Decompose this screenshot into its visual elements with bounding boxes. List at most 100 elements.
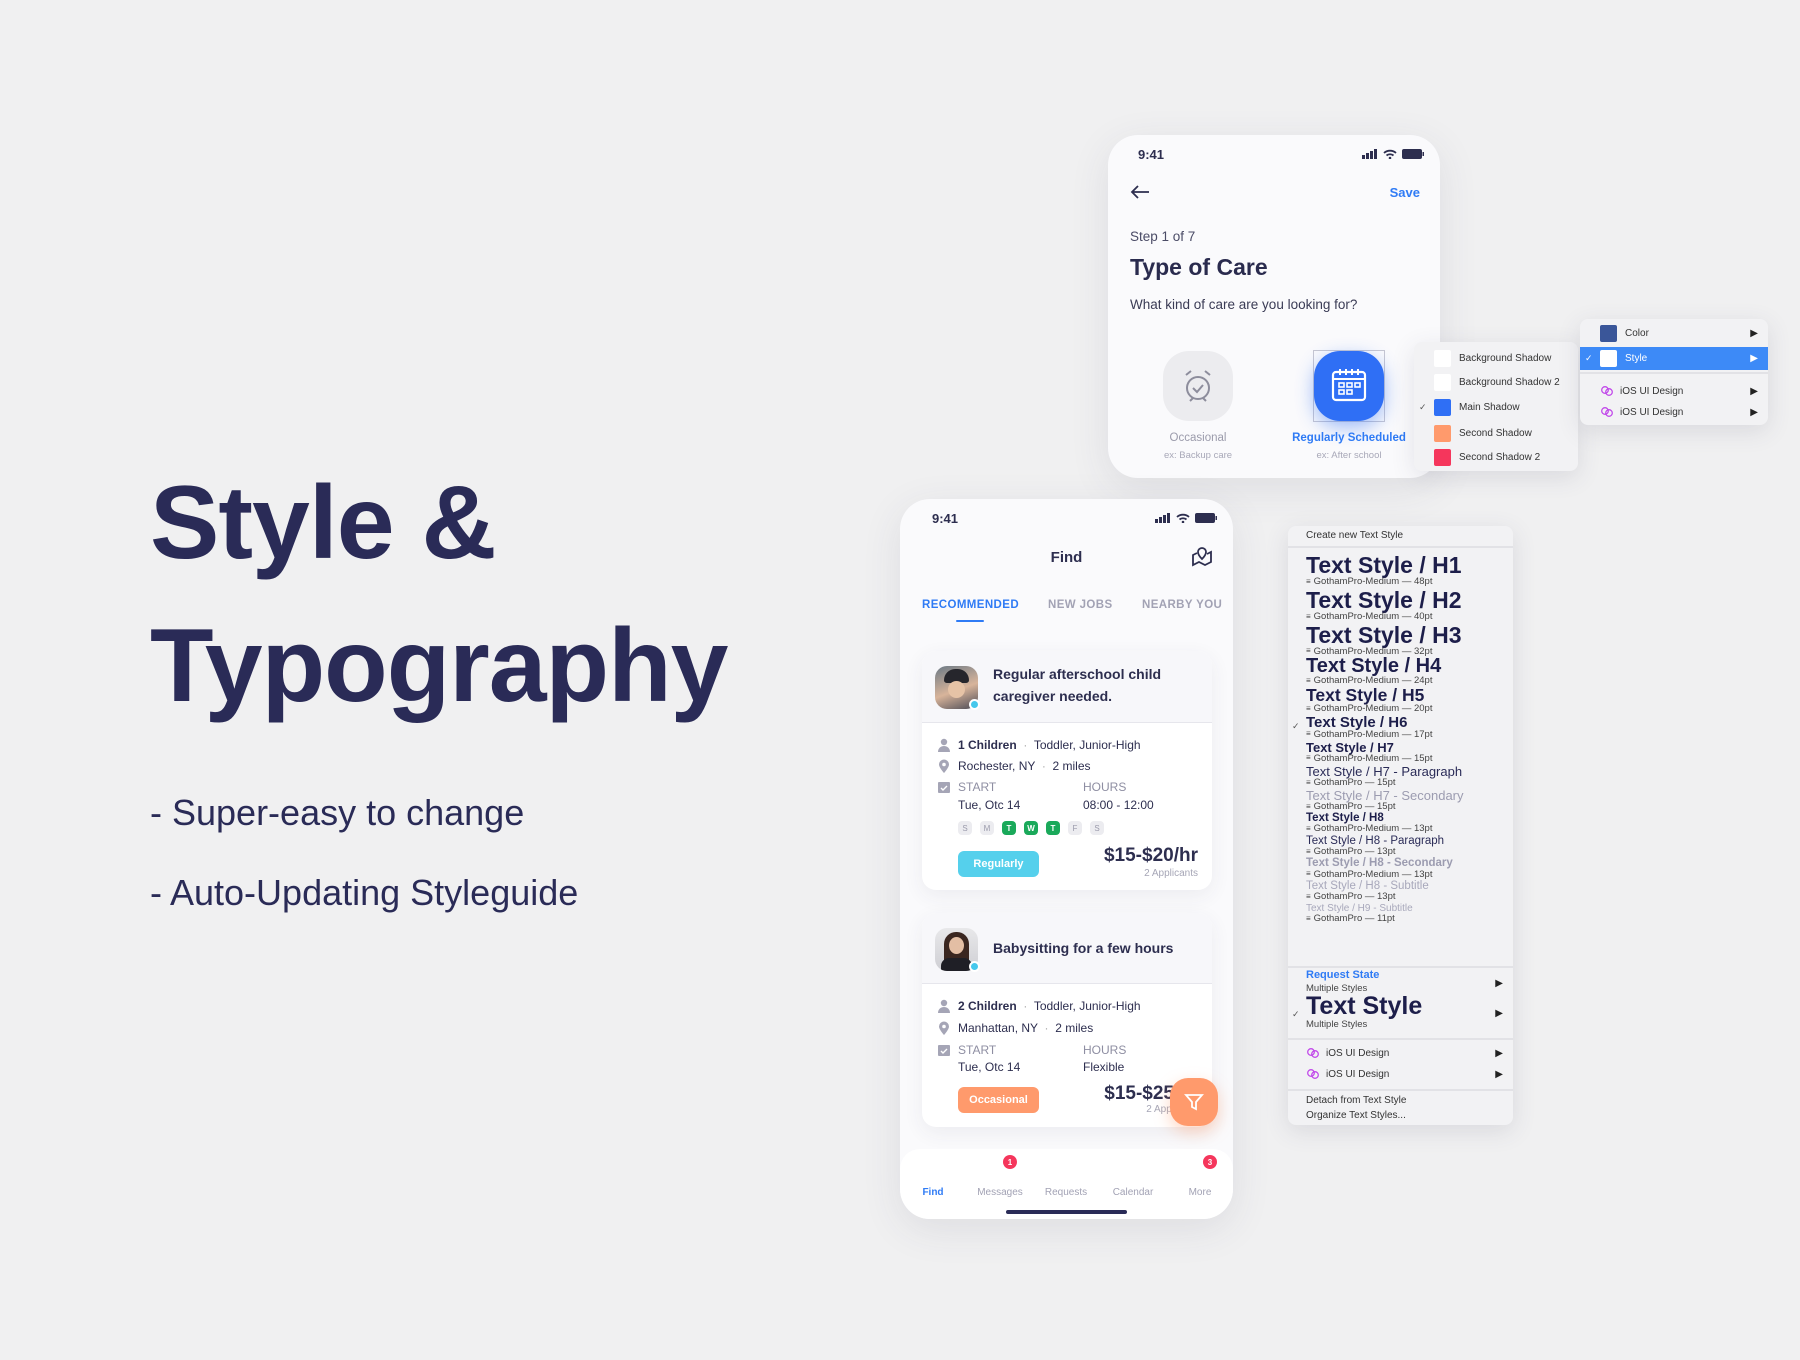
library-link-icon — [1307, 1069, 1319, 1079]
text-style-item[interactable]: Text Style / H2 ≡ GothamPro-Medium — 40pt — [1288, 586, 1513, 623]
hours-value: 08:00 - 12:00 — [1083, 798, 1154, 812]
style-menu-item-color[interactable]: Color ▶ — [1580, 322, 1768, 344]
job-type-badge[interactable]: Regularly — [958, 851, 1039, 877]
text-style-name: Text Style / H8 — [1306, 811, 1384, 824]
start-date: Tue, Otc 14 — [958, 1060, 1021, 1074]
hero-line-1: Style & — [150, 465, 497, 581]
nav-item-more[interactable]: 3 More — [1170, 1155, 1230, 1198]
shadow-style-item[interactable]: Second Shadow — [1414, 422, 1578, 444]
text-style-item[interactable]: Text Style / H7 - Secondary ≡ GothamPro — … — [1288, 787, 1513, 813]
nav-item-requests[interactable]: Requests — [1036, 1161, 1096, 1198]
shadow-style-item[interactable]: Second Shadow 2 — [1414, 446, 1578, 468]
library-item[interactable]: iOS UI Design ▶ — [1580, 380, 1768, 402]
text-style-item[interactable]: ✓ Text Style / H6 ≡ GothamPro-Medium — 17pt — [1288, 713, 1513, 741]
occasional-label: Occasional — [1169, 432, 1227, 444]
weekday-chip: T — [1002, 821, 1016, 835]
map-icon[interactable] — [1191, 547, 1213, 567]
save-button[interactable]: Save — [1390, 185, 1420, 200]
divider — [1288, 1089, 1513, 1091]
person-icon — [938, 738, 950, 752]
occasional-option[interactable] — [1163, 351, 1233, 421]
wifi-icon — [1383, 149, 1397, 159]
nav-label: Messages — [977, 1187, 1023, 1198]
color-swatch — [1600, 324, 1617, 342]
color-swatch — [1434, 424, 1451, 442]
multiple-styles-label: Multiple Styles — [1306, 1019, 1368, 1030]
library-item[interactable]: iOS UI Design ▶ — [1580, 401, 1768, 423]
job-type-badge[interactable]: Occasional — [958, 1087, 1039, 1113]
calendar-check-icon — [938, 1045, 950, 1056]
request-state-item[interactable]: Request State — [1306, 969, 1379, 981]
job-price: $15-$20/hr — [1103, 845, 1198, 866]
hours-label: HOURS — [1083, 1043, 1127, 1057]
paragraph-icon: ≡ — [1306, 824, 1311, 834]
text-style-item[interactable]: Text Style / H7 ≡ GothamPro-Medium — 15pt — [1288, 738, 1513, 764]
nav-item-find[interactable]: Find — [903, 1161, 963, 1198]
paragraph-icon: ≡ — [1306, 892, 1311, 902]
screen-title: Find — [1050, 549, 1083, 566]
shadow-style-label: Second Shadow 2 — [1459, 451, 1541, 463]
color-swatch — [1434, 398, 1451, 416]
text-style-item[interactable]: Text Style / H4 ≡ GothamPro-Medium — 24pt — [1288, 655, 1513, 687]
text-style-name: Text Style / H6 — [1306, 713, 1408, 731]
shadow-style-item[interactable]: Background Shadow — [1414, 347, 1578, 369]
submenu-arrow-icon: ▶ — [1750, 353, 1758, 364]
create-text-style-item[interactable]: Create new Text Style — [1306, 530, 1403, 541]
text-style-item[interactable]: Text Style / H1 ≡ GothamPro-Medium — 48pt — [1288, 551, 1513, 588]
color-swatch — [1600, 350, 1617, 367]
shadow-style-item[interactable]: Background Shadow 2 — [1414, 371, 1578, 393]
back-arrow-icon[interactable] — [1130, 185, 1150, 199]
signal-icon — [1362, 149, 1377, 159]
home-indicator — [1006, 1210, 1127, 1214]
nav-item-calendar[interactable]: Calendar — [1103, 1161, 1163, 1198]
submenu-arrow-icon: ▶ — [1495, 1068, 1503, 1080]
text-style-item[interactable]: Text Style / H9 - Subtitle ≡ GothamPro — 1… — [1288, 901, 1513, 925]
current-text-style-item[interactable]: Text Style — [1306, 992, 1422, 1021]
divider — [1288, 546, 1513, 548]
weekday-chip: S — [1090, 821, 1104, 835]
weekday-chip: M — [980, 821, 994, 835]
text-style-spec: ≡ GothamPro — 11pt — [1306, 913, 1395, 925]
page-title: Type of Care — [1130, 254, 1268, 280]
color-swatch — [1434, 448, 1451, 466]
text-style-item[interactable]: Text Style / H7 - Paragraph ≡ GothamPro — … — [1288, 763, 1513, 789]
hero-title: Style & Typography — [150, 452, 728, 738]
check-icon: ✓ — [1419, 401, 1427, 412]
shadow-style-label: Main Shadow — [1459, 401, 1520, 413]
filter-button[interactable] — [1170, 1078, 1218, 1126]
job-card[interactable]: Babysitting for a few hours 2 Children ·… — [922, 913, 1212, 1127]
job-card[interactable]: Regular afterschool child caregiver neede… — [922, 651, 1212, 890]
text-style-item[interactable]: Text Style / H3 ≡ GothamPro-Medium — 32pt — [1288, 621, 1513, 658]
style-menu-item-style[interactable]: ✓ Style ▶ — [1580, 347, 1768, 370]
paragraph-icon: ≡ — [1306, 869, 1311, 879]
battery-icon — [1402, 149, 1424, 159]
text-style-item[interactable]: Text Style / H8 - Subtitle ≡ GothamPro — 1… — [1288, 878, 1513, 903]
start-label: START — [958, 1043, 997, 1057]
online-indicator — [969, 961, 980, 972]
text-style-item[interactable]: Text Style / H8 ≡ GothamPro-Medium — 13pt — [1288, 811, 1513, 836]
detach-text-style-item[interactable]: Detach from Text Style — [1306, 1095, 1406, 1106]
shadow-style-label: Second Shadow — [1459, 427, 1532, 439]
text-style-name: Text Style / H4 — [1306, 655, 1442, 678]
library-item[interactable]: iOS UI Design ▶ — [1288, 1042, 1513, 1064]
organize-text-styles-item[interactable]: Organize Text Styles... — [1306, 1110, 1406, 1121]
shadow-style-item[interactable]: ✓ Main Shadow — [1414, 396, 1578, 418]
tab-nearby-you[interactable]: NEARBY YOU — [1142, 599, 1222, 611]
text-style-item[interactable]: Text Style / H8 - Secondary ≡ GothamPro-Me… — [1288, 856, 1513, 881]
job-card-header: Babysitting for a few hours — [922, 913, 1212, 984]
check-icon: ✓ — [1292, 721, 1300, 731]
text-style-item[interactable]: Text Style / H5 ≡ GothamPro-Medium — 20pt — [1288, 685, 1513, 715]
tab-recommended[interactable]: RECOMMENDED — [922, 599, 1019, 611]
nav-item-messages[interactable]: 1 Messages — [970, 1155, 1030, 1198]
nav-label: Find — [922, 1187, 944, 1198]
library-item[interactable]: iOS UI Design ▶ — [1288, 1063, 1513, 1085]
hero-line-2: Typography — [150, 608, 728, 724]
regularly-scheduled-option[interactable] — [1314, 351, 1384, 421]
text-style-item[interactable]: Text Style / H8 - Paragraph ≡ GothamPro — … — [1288, 833, 1513, 858]
alarm-clock-icon — [1185, 370, 1211, 402]
text-style-name: Text Style / H7 - Paragraph — [1306, 763, 1463, 779]
online-indicator — [969, 699, 980, 710]
tab-new-jobs[interactable]: NEW JOBS — [1048, 599, 1113, 611]
style-submenu: Color ▶ ✓ Style ▶ iOS UI Design ▶ iOS UI Design… — [1580, 319, 1768, 425]
text-style-name: Text Style / H2 — [1306, 586, 1462, 613]
